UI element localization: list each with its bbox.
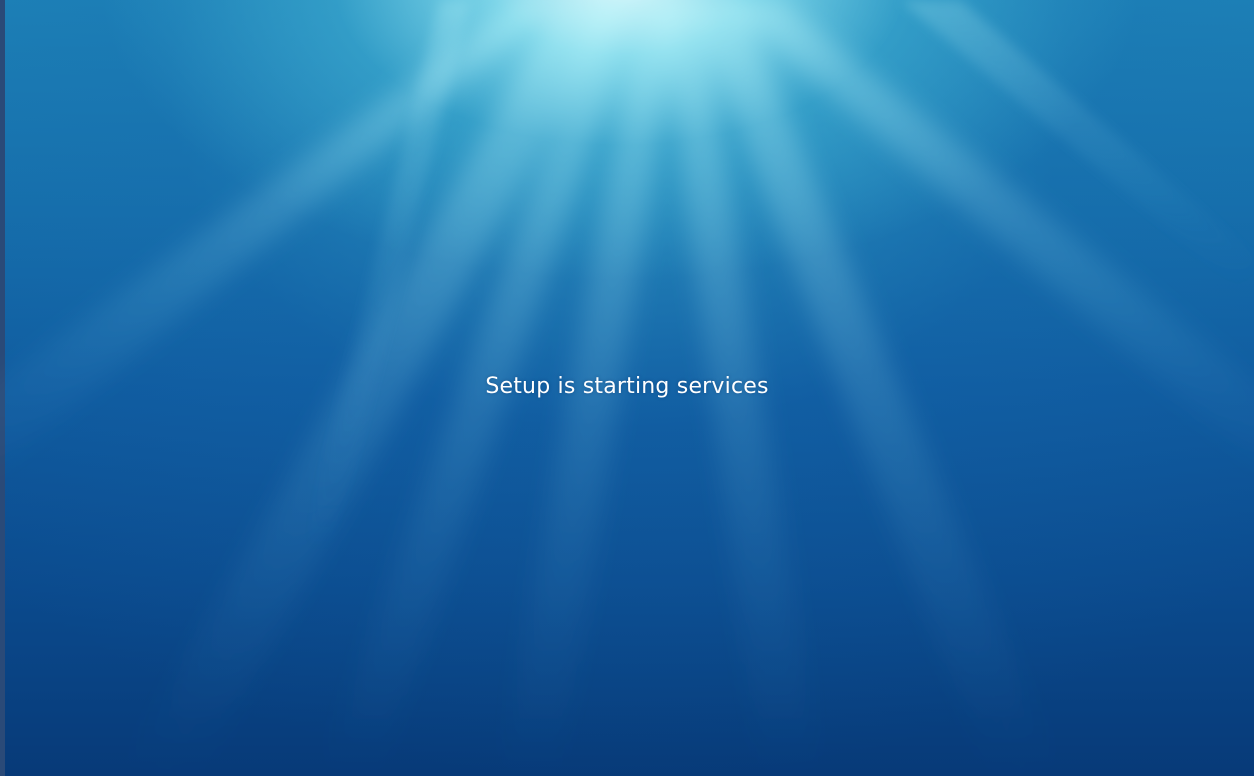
setup-screen: Setup is starting services [0,0,1254,776]
setup-status-message: Setup is starting services [485,374,769,399]
